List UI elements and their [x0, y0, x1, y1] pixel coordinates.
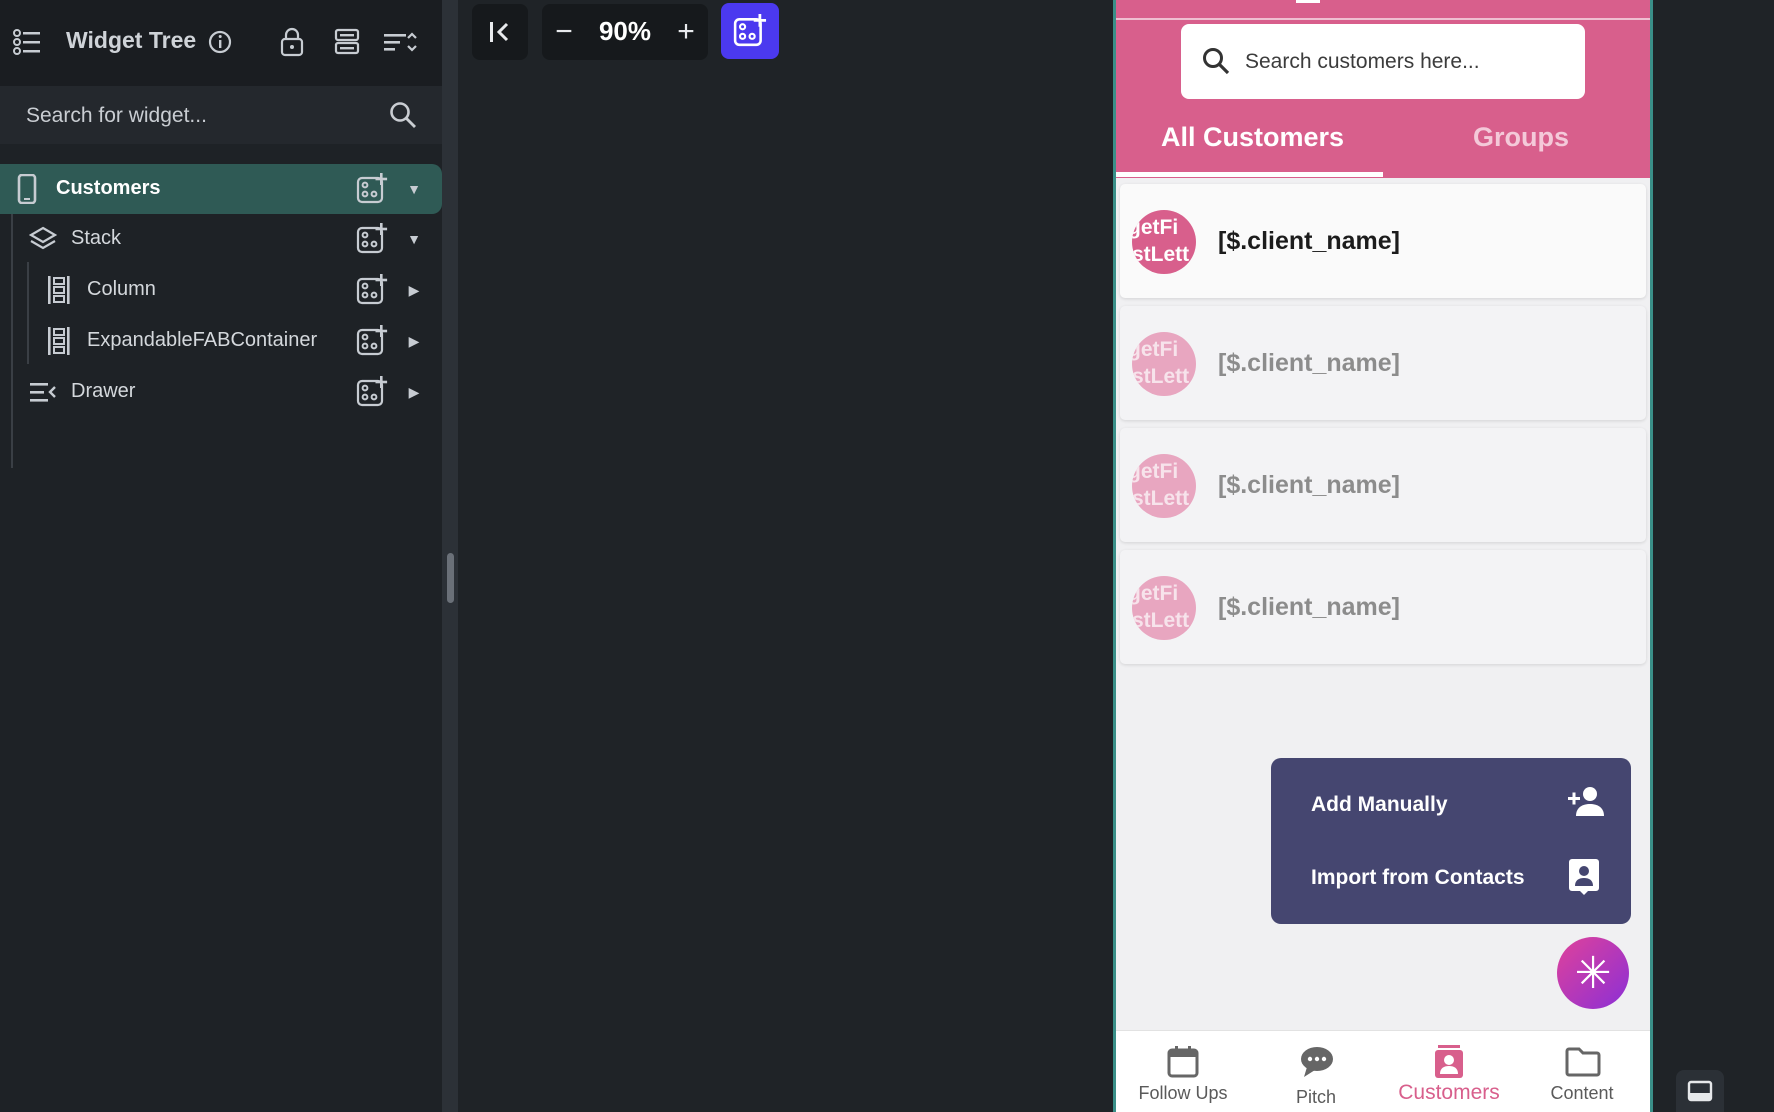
add-widget-icon[interactable] — [356, 376, 388, 408]
zoom-out-button[interactable]: − — [544, 4, 584, 60]
minus-icon: − — [555, 15, 573, 48]
panel-splitter[interactable] — [442, 0, 458, 1112]
zoom-in-button[interactable]: + — [666, 4, 706, 60]
add-widget-icon — [733, 14, 767, 47]
nav-customers[interactable]: Customers — [1382, 1031, 1516, 1112]
avatar: getFi stLett — [1132, 454, 1196, 518]
tab-all-customers[interactable]: All Customers — [1161, 122, 1344, 153]
customer-list-item[interactable]: getFi stLett [$.client_name] — [1120, 550, 1646, 664]
widget-search-input[interactable] — [26, 101, 366, 131]
asterisk-icon: ✳ — [1574, 948, 1612, 998]
nav-label: Follow Ups — [1138, 1083, 1228, 1103]
collapse-left-icon — [490, 22, 509, 42]
plus-icon: + — [677, 15, 695, 48]
caret-down-icon[interactable]: ▼ — [406, 229, 422, 249]
app-header: All Customers Groups — [1116, 0, 1650, 178]
bottom-navigation: Follow Ups Pitch Customers Content — [1116, 1030, 1650, 1112]
customer-search-bar — [1181, 24, 1585, 99]
add-widget-icon[interactable] — [356, 223, 388, 255]
layers-icon — [28, 224, 58, 254]
active-tab-indicator — [1116, 172, 1383, 177]
info-icon[interactable] — [203, 25, 237, 59]
customer-name: [$.client_name] — [1218, 471, 1401, 499]
contacts-icon — [1432, 1045, 1466, 1079]
column-icon — [44, 326, 74, 356]
customer-search-input[interactable] — [1245, 44, 1565, 80]
nav-follow-ups[interactable]: Follow Ups — [1116, 1031, 1250, 1112]
widget-tree-header: Widget Tree — [0, 0, 442, 86]
tree-item-stack[interactable]: Stack ▼ — [0, 214, 442, 264]
search-icon — [1201, 46, 1231, 76]
collapse-panel-button[interactable] — [472, 4, 528, 60]
avatar: getFi stLett — [1132, 576, 1196, 640]
tree-item-expandable-fab-container[interactable]: ExpandableFABContainer ▶ — [0, 316, 442, 366]
tree-item-label: Stack — [71, 227, 122, 249]
widget-search-bar — [0, 86, 442, 144]
avatar: getFi stLett — [1132, 210, 1196, 274]
add-widget-icon[interactable] — [356, 274, 388, 306]
header-divider — [1116, 18, 1650, 20]
fab-menu: Add Manually Import from Contacts — [1271, 758, 1631, 924]
search-icon[interactable] — [388, 100, 418, 130]
panel-title: Widget Tree — [66, 27, 197, 53]
list-tree-icon[interactable] — [10, 25, 44, 59]
customer-name: [$.client_name] — [1218, 349, 1401, 377]
widget-tree-panel: Widget Tree Customers ▼ — [0, 0, 442, 1112]
contact-card-icon[interactable] — [1566, 856, 1606, 896]
tree-item-label: Column — [87, 278, 156, 300]
customer-list-item[interactable]: getFi stLett [$.client_name] — [1120, 428, 1646, 542]
tab-groups[interactable]: Groups — [1473, 122, 1569, 153]
column-icon — [44, 275, 74, 305]
calendar-icon — [1166, 1045, 1200, 1079]
fab-button[interactable]: ✳ — [1557, 937, 1629, 1009]
customer-list-item[interactable]: getFi stLett [$.client_name] — [1120, 306, 1646, 420]
customer-name: [$.client_name] — [1218, 227, 1401, 255]
person-add-icon[interactable] — [1566, 784, 1606, 824]
bottom-panel-icon — [1687, 1080, 1713, 1102]
splitter-handle[interactable] — [447, 553, 454, 603]
caret-right-icon[interactable]: ▶ — [406, 382, 422, 402]
nav-label: Content — [1550, 1083, 1614, 1103]
nav-label: Pitch — [1295, 1087, 1337, 1107]
device-preview: All Customers Groups getFi stLett [$.cli… — [1113, 0, 1653, 1112]
add-widget-icon[interactable] — [356, 173, 388, 205]
add-widget-button[interactable] — [721, 3, 779, 59]
nav-label: Customers — [1398, 1081, 1500, 1104]
import-contacts-option[interactable]: Import from Contacts — [1311, 866, 1525, 890]
tree-item-drawer[interactable]: Drawer ▶ — [0, 367, 442, 417]
nav-content[interactable]: Content — [1515, 1031, 1649, 1112]
sort-toggle-icon[interactable] — [383, 25, 417, 59]
drawer-icon — [28, 377, 58, 407]
customer-list-item[interactable]: getFi stLett [$.client_name] — [1120, 184, 1646, 298]
toggle-bottom-panel-button[interactable] — [1676, 1070, 1724, 1112]
add-manually-option[interactable]: Add Manually — [1311, 793, 1448, 817]
caret-right-icon[interactable]: ▶ — [406, 280, 422, 300]
tree-item-label: Customers — [56, 177, 161, 199]
nav-pitch[interactable]: Pitch — [1249, 1031, 1383, 1112]
storage-icon[interactable] — [330, 25, 364, 59]
folder-icon — [1565, 1045, 1601, 1079]
tree-item-label: Drawer — [71, 380, 136, 402]
caret-down-icon[interactable]: ▼ — [406, 179, 422, 199]
phone-icon — [12, 174, 42, 204]
add-widget-icon[interactable] — [356, 325, 388, 357]
avatar: getFi stLett — [1132, 332, 1196, 396]
tree-item-label: ExpandableFABContainer — [87, 329, 318, 351]
caret-right-icon[interactable]: ▶ — [406, 331, 422, 351]
tree-item-customers[interactable]: Customers ▼ — [0, 164, 442, 214]
tree-item-column[interactable]: Column ▶ — [0, 265, 442, 315]
header-mark — [1296, 0, 1320, 3]
customer-name: [$.client_name] — [1218, 593, 1401, 621]
lock-icon[interactable] — [275, 25, 309, 59]
chat-icon — [1299, 1045, 1333, 1079]
zoom-level: 90% — [598, 16, 652, 46]
